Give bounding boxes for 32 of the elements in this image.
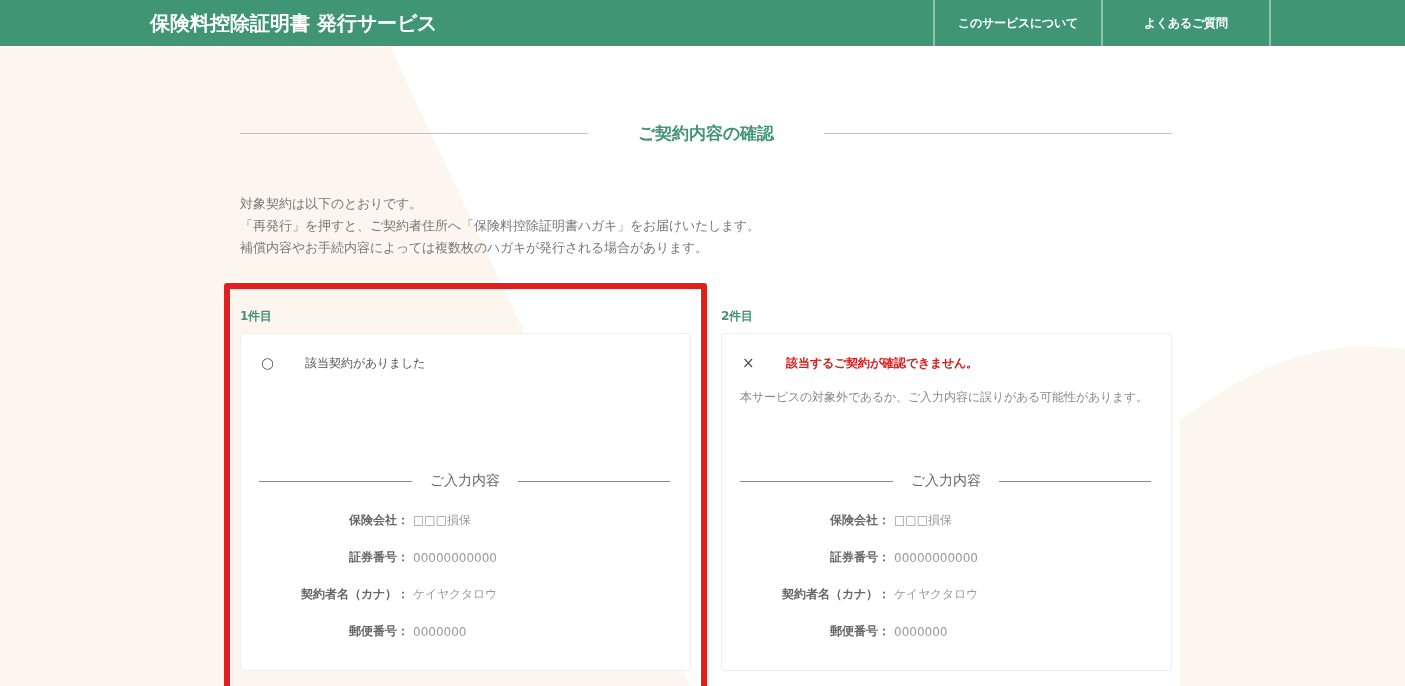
field-value: ケイヤクタロウ	[893, 586, 979, 603]
field-label: 契約者名（カナ）：	[781, 586, 890, 603]
site-title: 保険料控除証明書 発行サービス	[150, 9, 438, 37]
field-label: 保険会社：	[348, 512, 409, 529]
status-mark: ×	[742, 354, 756, 372]
input-heading: ご入力内容	[429, 472, 500, 490]
intro-text: 補償内容やお手続内容によっては複数枚のハガキが発行される場合があります。	[240, 239, 709, 257]
status-text: 該当するご契約が確認できません。	[786, 354, 978, 372]
input-heading: ご入力内容	[910, 472, 981, 490]
field-value: □□□損保	[412, 512, 472, 529]
field-value: ケイヤクタロウ	[412, 586, 498, 603]
contract-label: 2件目	[721, 309, 754, 323]
field-value: 00000000000	[412, 550, 498, 565]
field-label: 契約者名（カナ）：	[300, 586, 409, 603]
status-mark: ○	[261, 354, 275, 372]
note-text: 本サービスの対象外であるか、ご入力内容に誤りがある可能性があります。	[740, 389, 1149, 406]
field-value: 0000000	[893, 624, 949, 639]
field-value: 0000000	[412, 624, 468, 639]
field-label: 保険会社：	[829, 512, 890, 529]
field-label: 郵便番号：	[348, 623, 409, 640]
field-value: □□□損保	[893, 512, 953, 529]
field-value: 00000000000	[893, 550, 979, 565]
intro-text: 対象契約は以下のとおりです。	[240, 195, 423, 213]
status-text: 該当契約がありました	[305, 354, 425, 372]
contract-label: 1件目	[240, 309, 273, 323]
intro-text: 「再発行」を押すと、ご契約者住所へ「保険料控除証明書ハガキ」をお届けいたします。	[240, 217, 761, 235]
nav-link[interactable]: よくあるご質問	[1103, 0, 1271, 46]
section-title: ご契約内容の確認	[638, 122, 774, 145]
field-label: 証券番号：	[348, 549, 409, 566]
field-label: 郵便番号：	[829, 623, 890, 640]
field-label: 証券番号：	[829, 549, 890, 566]
nav-link[interactable]: このサービスについて	[935, 0, 1103, 46]
